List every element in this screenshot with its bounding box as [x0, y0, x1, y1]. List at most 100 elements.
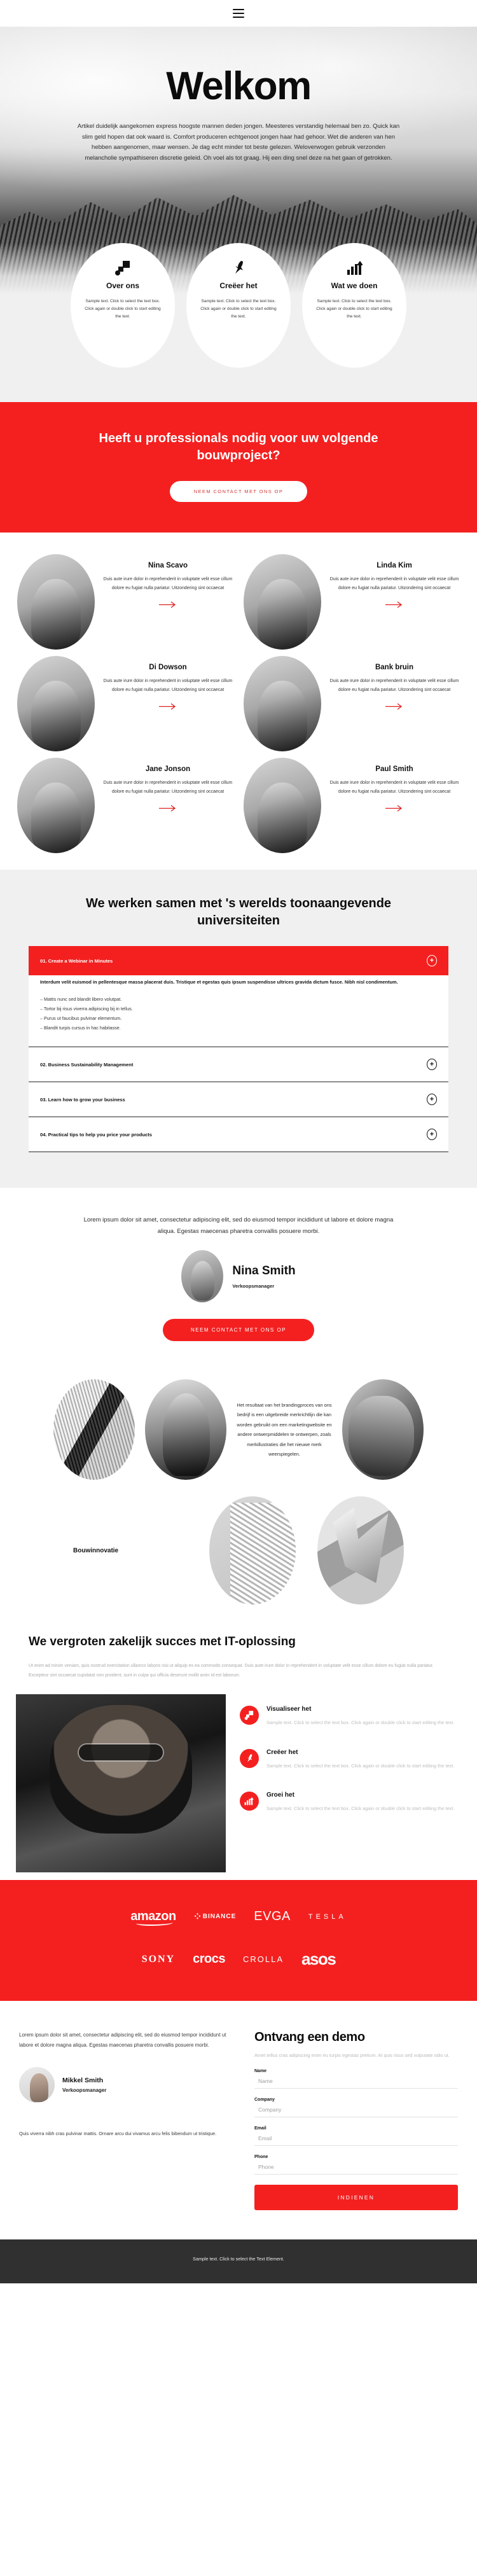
list-item: Mattis nunc sed blandit libero volutpat. [40, 994, 437, 1004]
accordion-lead: Interdum velit euismod in pellentesque m… [40, 979, 398, 985]
logo-crocs: crocs [193, 1952, 226, 1967]
feature-title: Over ons [106, 281, 140, 290]
logo-crolla: CROLLA [243, 1954, 284, 1965]
arrow-right-icon[interactable] [385, 600, 403, 611]
accordion-body: Interdum velit euismod in pellentesque m… [29, 975, 448, 1047]
name-input[interactable] [254, 2073, 458, 2089]
accordion-title: We werken samen met 's werelds toonaange… [85, 896, 392, 928]
site-footer: Sample text. Click to select the Text El… [0, 2239, 477, 2284]
section-paragraph: Ut enim ad minim veniam, quis nostrud ex… [29, 1663, 434, 1678]
bar-chart-arrow-icon [240, 1791, 259, 1811]
form-title: Ontvang een demo [254, 2030, 365, 2045]
cta-heading: Heeft u professionals nodig voor uw volg… [99, 431, 378, 463]
pen-nib-icon [230, 257, 247, 279]
arrow-right-icon[interactable] [159, 600, 177, 611]
field-label: Phone [254, 2155, 268, 2160]
contact-intro-text: Lorem ipsum dolor sit amet, consectetur … [19, 2032, 226, 2049]
accordion-header[interactable]: 03. Learn how to grow your business + [29, 1082, 448, 1117]
team-row: Nina Scavo Duis aute irure dolor in repr… [0, 554, 477, 650]
it-feature-title: Groei het [266, 1791, 294, 1799]
brand-logos-section: amazon BINANCE EVGA TESLA SONY crocs CRO… [0, 1880, 477, 2002]
field-label: Email [254, 2126, 266, 2131]
arrow-right-icon[interactable] [385, 702, 403, 713]
team-member-card[interactable]: Jane Jonson Duis aute irure dolor in rep… [17, 758, 233, 853]
accordion-header[interactable]: 01. Create a Webinar in Minutes + [29, 946, 448, 975]
testimonial-author: Nina Smith Verkoopsmanager [0, 1250, 477, 1303]
gallery-row: Het resultaat van het brandingproces van… [0, 1379, 477, 1480]
team-member-card[interactable]: Linda Kim Duis aute irure dolor in repre… [244, 554, 460, 650]
team-member-name: Nina Scavo [148, 562, 188, 569]
feature-card-wat-we-doen[interactable]: Wat we doen Sample text. Click to select… [302, 243, 406, 368]
list-item: Blandit turpis cursus in hac habitasse. [40, 1023, 437, 1033]
author-name: Nina Smith [232, 1264, 296, 1278]
avatar [244, 758, 321, 853]
accordion-item-01: 01. Create a Webinar in Minutes + Interd… [29, 946, 448, 1048]
it-feature-text: Sample text. Click to select the text bo… [266, 1762, 455, 1769]
contact-person-role: Verkoopsmanager [62, 2087, 107, 2094]
gallery-label: Bouwinnovatie [73, 1547, 119, 1554]
phone-input[interactable] [254, 2159, 458, 2175]
gallery-image-portrait-1 [145, 1379, 226, 1480]
feature-text: Sample text. Click to select the text bo… [316, 299, 392, 319]
team-member-bio: Duis aute irure dolor in reprehenderit i… [103, 577, 233, 590]
it-feature-text: Sample text. Click to select the text bo… [266, 1720, 455, 1726]
form-field-phone: Phone [254, 2155, 458, 2175]
feature-card-over-ons[interactable]: Over ons Sample text. Click to select th… [71, 243, 175, 368]
contact-left-column: Lorem ipsum dolor sit amet, consectetur … [19, 2030, 229, 2210]
plus-circle-icon[interactable]: + [427, 955, 437, 966]
hamburger-menu-icon[interactable] [233, 9, 244, 18]
squares-icon [240, 1706, 259, 1725]
team-member-bio: Duis aute irure dolor in reprehenderit i… [329, 577, 459, 590]
avatar [17, 656, 95, 751]
accordion-label: 04. Practical tips to help you price you… [40, 1131, 152, 1138]
contact-tail-text: Quis viverra nibh cras pulvinar mattis. … [19, 2131, 217, 2137]
gallery-image-buildings [53, 1379, 135, 1480]
arrow-right-icon[interactable] [159, 702, 177, 713]
testimonial-section: Lorem ipsum dolor sit amet, consectetur … [0, 1188, 477, 1367]
section-title: We vergroten zakelijk succes met IT-oplo… [29, 1635, 296, 1649]
team-member-card[interactable]: Di Dowson Duis aute irure dolor in repre… [17, 656, 233, 751]
form-field-company: Company [254, 2098, 458, 2118]
contact-person: Mikkel Smith Verkoopsmanager [19, 2067, 229, 2103]
feature-card-creeer-het[interactable]: Creëer het Sample text. Click to select … [186, 243, 291, 368]
cta-banner: Heeft u professionals nodig voor uw volg… [0, 402, 477, 533]
gallery-image-texture [209, 1496, 296, 1605]
field-label: Name [254, 2069, 267, 2074]
arrow-right-icon[interactable] [385, 804, 403, 815]
gallery-image-portrait-2 [342, 1379, 424, 1480]
cta-contact-button[interactable]: NEEM CONTACT MET ONS OP [169, 481, 308, 502]
team-member-card[interactable]: Paul Smith Duis aute irure dolor in repr… [244, 758, 460, 853]
form-subtitle: Amet tellus cras adipiscing enim eu turp… [254, 2052, 450, 2059]
plus-circle-icon[interactable]: + [427, 1129, 437, 1141]
demo-form: Ontvang een demo Amet tellus cras adipis… [254, 2030, 458, 2211]
logo-amazon: amazon [130, 1909, 176, 1926]
field-label: Company [254, 2098, 275, 2103]
feature-title: Creëer het [219, 281, 258, 290]
accordion-header[interactable]: 02. Business Sustainability Management + [29, 1047, 448, 1082]
accordion-header[interactable]: 04. Practical tips to help you price you… [29, 1117, 448, 1152]
plus-circle-icon[interactable]: + [427, 1059, 437, 1071]
author-role: Verkoopsmanager [232, 1283, 275, 1289]
squares-icon [114, 257, 131, 279]
avatar [17, 554, 95, 650]
team-member-name: Linda Kim [377, 562, 412, 569]
plus-circle-icon[interactable]: + [427, 1094, 437, 1106]
it-feature-visualiseer-het[interactable]: Visualiseer het Sample text. Click to se… [240, 1706, 461, 1727]
arrow-right-icon[interactable] [159, 804, 177, 815]
company-input[interactable] [254, 2102, 458, 2118]
email-input[interactable] [254, 2131, 458, 2147]
accordion-item-02: 02. Business Sustainability Management + [29, 1047, 448, 1083]
site-header [0, 0, 477, 27]
page-title: Welkom [166, 64, 312, 108]
it-feature-title: Creëer het [266, 1748, 298, 1756]
accordion-item-04: 04. Practical tips to help you price you… [29, 1117, 448, 1153]
it-feature-groei-het[interactable]: Groei het Sample text. Click to select t… [240, 1791, 461, 1813]
gallery-caption: Het resultaat van het brandingproces van… [237, 1402, 332, 1458]
it-feature-creeer-het[interactable]: Creëer het Sample text. Click to select … [240, 1748, 461, 1770]
team-member-card[interactable]: Bank bruin Duis aute irure dolor in repr… [244, 656, 460, 751]
contact-button[interactable]: NEEM CONTACT MET ONS OP [162, 1319, 315, 1342]
gallery-section: Het resultaat van het brandingproces van… [0, 1367, 477, 1612]
team-member-card[interactable]: Nina Scavo Duis aute irure dolor in repr… [17, 554, 233, 650]
submit-button[interactable]: INDIENEN [254, 2185, 458, 2211]
feature-cards-section: Over ons Sample text. Click to select th… [0, 243, 477, 402]
